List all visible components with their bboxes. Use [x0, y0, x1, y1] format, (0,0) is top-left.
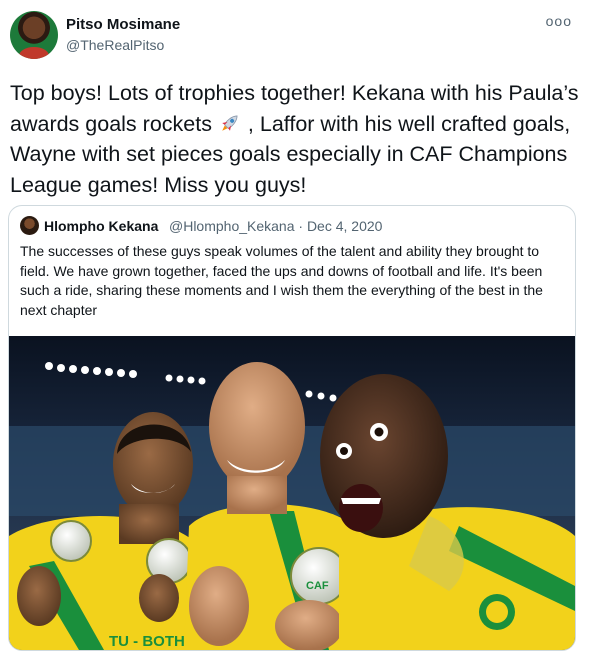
rocket-icon: [222, 115, 238, 131]
quoted-author-avatar: [20, 216, 39, 235]
author-avatar[interactable]: [10, 11, 58, 59]
quoted-tweet-photo[interactable]: TU - BOTHO CAF: [9, 336, 575, 650]
tweet-card: Pitso Mosimane @TheRealPitso ooo Top boy…: [0, 0, 592, 662]
quoted-tweet-text: The successes of these guys speak volume…: [20, 243, 543, 318]
author-name[interactable]: Pitso Mosimane: [66, 16, 180, 33]
medal-text: CAF: [306, 580, 329, 592]
quoted-author-name: Hlompho Kekana: [44, 218, 159, 234]
quoted-tweet[interactable]: Hlompho Kekana @Hlompho_Kekana · Dec 4, …: [8, 205, 576, 651]
more-options-icon[interactable]: ooo: [546, 13, 572, 29]
shirt-text: TU - BOTHO: [109, 633, 197, 650]
quoted-author-meta: @Hlompho_Kekana · Dec 4, 2020: [169, 218, 383, 234]
tweet-text: Top boys! Lots of trophies together! Kek…: [10, 78, 582, 200]
author-handle[interactable]: @TheRealPitso: [66, 37, 164, 53]
